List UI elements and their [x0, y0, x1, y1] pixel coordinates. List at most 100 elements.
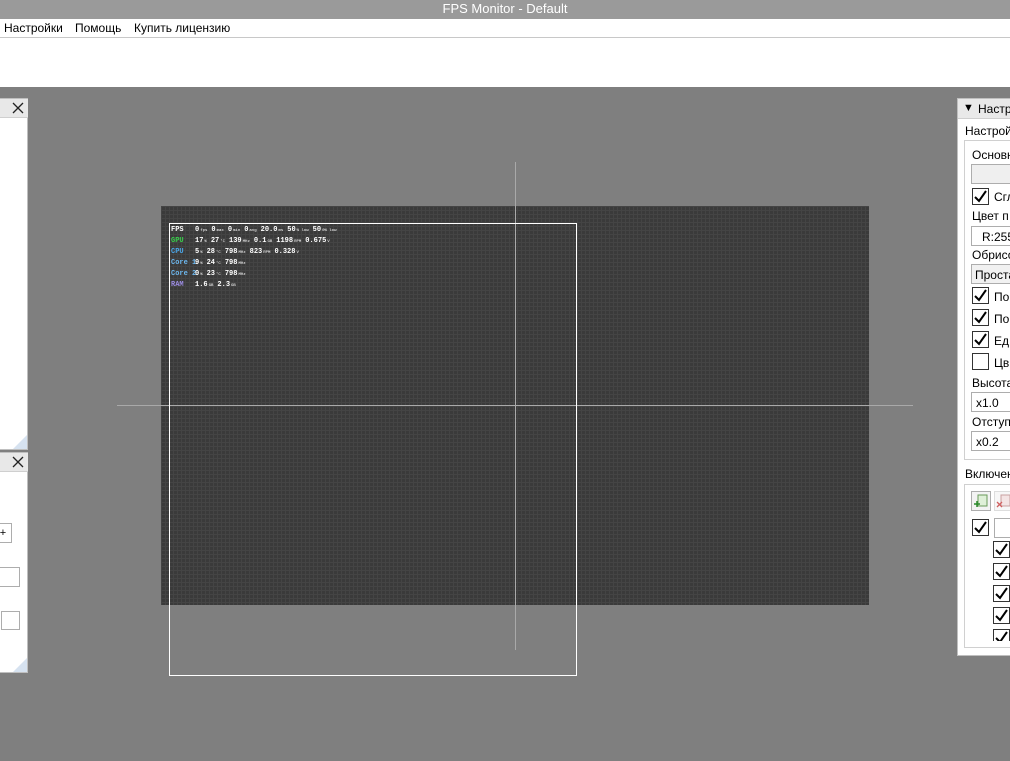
osd-unit: % low [296, 229, 309, 233]
osd-unit: °C [216, 262, 221, 266]
osd-number: 5 [195, 248, 200, 256]
osd-value: 0.675V [305, 236, 329, 248]
option-1-label: По [994, 290, 1010, 304]
checkmark-icon [995, 631, 1008, 641]
settings-panel-header[interactable]: ▼ Настр [958, 99, 1010, 119]
enabled-label: Включен [965, 467, 1010, 481]
osd-number: 20.0 [260, 226, 278, 234]
font-selector[interactable] [971, 164, 1010, 184]
option-1-checkbox[interactable] [972, 287, 989, 304]
remove-item-icon [996, 494, 1010, 508]
osd-unit: GB [267, 240, 273, 244]
osd-number: 823 [249, 248, 263, 256]
osd-number: 9 [195, 259, 200, 267]
osd-number: 28 [206, 248, 216, 256]
osd-number: 0 [195, 226, 200, 234]
item-checkbox-4[interactable] [993, 607, 1010, 624]
option-2-label: По [994, 312, 1010, 326]
osd-number: 23 [206, 270, 216, 278]
option-4-checkbox[interactable] [972, 353, 989, 370]
checkmark-icon [995, 587, 1008, 600]
osd-value: 1.6GB [195, 280, 213, 292]
item-checkbox-5-clip [993, 629, 1010, 641]
checkmark-icon [974, 333, 987, 346]
group-label: Основн [972, 148, 1010, 162]
osd-unit: MHz [238, 262, 246, 266]
menu-bar: Настройки Помощь Купить лицензию [0, 19, 1010, 38]
osd-unit: RPM [294, 240, 302, 244]
checkmark-icon [995, 543, 1008, 556]
height-label: Высота [972, 376, 1010, 390]
osd-row-label: Core 1 [171, 259, 197, 267]
item-checkbox-1[interactable] [993, 541, 1010, 558]
osd-unit: % [204, 240, 207, 244]
osd-number: 17 [195, 237, 204, 245]
indent-field[interactable]: x0.2 [971, 431, 1010, 451]
osd-number: 2.3 [217, 281, 231, 289]
osd-unit: °C [216, 273, 221, 277]
osd-number: 0 [211, 226, 216, 234]
osd-number: 1198 [276, 237, 294, 245]
osd-row-label: GPU [171, 237, 184, 245]
title-bar: FPS Monitor - Default [0, 0, 1010, 19]
osd-value: 823RPM [250, 247, 271, 259]
osd-unit: RPM [263, 251, 271, 255]
osd-unit: GB [208, 284, 214, 288]
osd-unit: GB [231, 284, 236, 288]
osd-unit: min [233, 229, 241, 233]
left-panel-bottom-header [0, 453, 28, 472]
osd-unit: % [200, 262, 203, 266]
item-checkbox-3[interactable] [993, 585, 1010, 602]
checkmark-icon [974, 521, 987, 534]
item-group-checkbox[interactable] [972, 519, 989, 536]
item-group-field[interactable] [994, 518, 1010, 538]
osd-number: 798 [224, 259, 238, 267]
osd-unit: MHz [238, 251, 246, 255]
checkmark-icon [995, 565, 1008, 578]
option-3-checkbox[interactable] [972, 331, 989, 348]
close-icon[interactable] [11, 455, 25, 469]
osd-number: 27 [210, 237, 220, 245]
osd-unit: V [327, 240, 330, 244]
osd-unit: °C [216, 251, 221, 255]
menu-help[interactable]: Помощь [75, 21, 121, 35]
checkmark-icon [974, 289, 987, 302]
osd-number: 0.675 [305, 237, 327, 245]
left-input-field[interactable] [0, 567, 20, 587]
osd-unit: V [296, 251, 299, 255]
menu-settings[interactable]: Настройки [4, 21, 63, 35]
osd-row-label: CPU [171, 248, 184, 256]
height-field[interactable]: x1.0 [971, 392, 1010, 412]
osd-unit: % [200, 251, 203, 255]
resize-grip[interactable] [13, 435, 27, 449]
item-checkbox-2[interactable] [993, 563, 1010, 580]
osd-unit: MHz [238, 273, 246, 277]
plus-icon: + [0, 527, 7, 539]
toolbar [0, 38, 1010, 87]
add-button[interactable]: + [0, 523, 12, 543]
osd-row-label: FPS [171, 226, 184, 234]
osd-number: 1.6 [195, 281, 208, 289]
option-2-checkbox[interactable] [972, 309, 989, 326]
resize-grip[interactable] [13, 658, 27, 672]
osd-number: 50 [287, 226, 296, 234]
color-label: Цвет п [972, 209, 1009, 223]
item-checkbox-5[interactable] [993, 629, 1010, 641]
osd-unit: 0% low [322, 229, 337, 233]
add-item-button[interactable] [971, 491, 991, 511]
osd-number: 798 [224, 248, 238, 256]
remove-item-button[interactable] [994, 491, 1010, 511]
color-swatch[interactable] [1, 611, 20, 630]
window-title: FPS Monitor - Default [442, 1, 568, 16]
checkmark-icon [974, 311, 987, 324]
osd-value: 2.3GB [217, 280, 235, 292]
collapse-triangle-icon[interactable]: ▼ [963, 102, 974, 114]
outline-select[interactable]: Проста [971, 264, 1010, 284]
osd-number: 50 [312, 226, 322, 234]
osd-unit: max [216, 229, 224, 233]
color-value-field[interactable]: R:255 [971, 226, 1010, 246]
close-icon[interactable] [11, 101, 25, 115]
add-item-icon [974, 494, 988, 507]
menu-buy-license[interactable]: Купить лицензию [134, 21, 230, 35]
smooth-checkbox[interactable] [972, 188, 989, 205]
